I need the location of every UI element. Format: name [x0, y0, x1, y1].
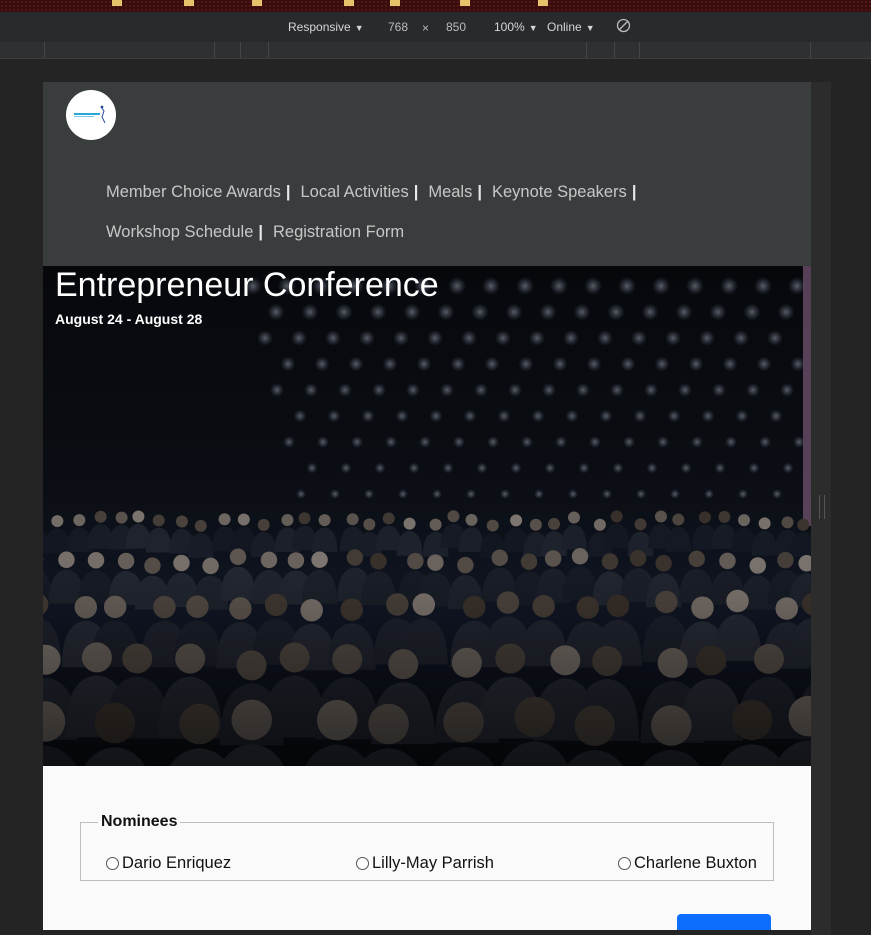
- device-select[interactable]: Responsive ▼: [288, 20, 364, 34]
- hero-title: Entrepreneur Conference: [55, 266, 439, 304]
- nominee-label: Lilly-May Parrish: [372, 854, 494, 872]
- logo-icon: [74, 105, 106, 124]
- vote-now-button[interactable]: Vote Now: [677, 914, 771, 930]
- width-input[interactable]: 768: [388, 20, 408, 34]
- device-toolbar: Responsive ▼ 768 × 850 100% ▼ Online ▼: [0, 12, 871, 43]
- bookmark-icon[interactable]: [184, 0, 194, 6]
- bookmark-icon[interactable]: [460, 0, 470, 6]
- zoom-select-label: 100%: [494, 20, 525, 34]
- caret-down-icon: ▼: [354, 23, 364, 33]
- device-select-label: Responsive: [288, 20, 351, 34]
- nav-separator: |: [258, 222, 263, 241]
- radio-button[interactable]: [356, 857, 369, 870]
- nominee-label: Dario Enriquez: [122, 854, 232, 872]
- height-input[interactable]: 850: [446, 20, 466, 34]
- nav-separator: |: [413, 182, 419, 201]
- bookmarks-strip: [0, 0, 871, 12]
- caret-down-icon: ▼: [585, 23, 595, 33]
- nav-member-choice-awards[interactable]: Member Choice Awards |: [106, 183, 290, 202]
- nav-separator: |: [631, 182, 637, 201]
- site-logo[interactable]: [66, 90, 116, 140]
- radio-button[interactable]: [106, 857, 119, 870]
- nav-separator: |: [285, 182, 291, 201]
- rotate-icon[interactable]: [616, 18, 631, 36]
- bookmark-icon[interactable]: [344, 0, 354, 6]
- bookmark-icon[interactable]: [112, 0, 122, 6]
- main-nav: Member Choice Awards | Local Activities | …: [106, 172, 766, 252]
- nav-workshop-schedule[interactable]: Workshop Schedule |: [106, 223, 263, 242]
- nominee-label: Charlene Buxton: [634, 854, 757, 872]
- radio-button[interactable]: [618, 857, 631, 870]
- emulated-page: Member Choice Awards | Local Activities | …: [43, 82, 811, 930]
- nominees-fieldset: Nominees Dario Enriquez Lilly-May Parris…: [80, 813, 774, 881]
- bookmark-icon[interactable]: [390, 0, 400, 6]
- nav-local-activities[interactable]: Local Activities |: [300, 183, 418, 202]
- nominees-legend: Nominees: [101, 813, 178, 830]
- nav-separator: |: [477, 182, 482, 201]
- bookmark-icon[interactable]: [538, 0, 548, 6]
- zoom-select[interactable]: 100% ▼: [494, 20, 538, 34]
- resize-handle[interactable]: [819, 495, 825, 519]
- hero-dates: August 24 - August 28: [55, 311, 203, 327]
- network-select[interactable]: Online ▼: [547, 20, 595, 34]
- caret-down-icon: ▼: [528, 23, 538, 33]
- dimension-times: ×: [422, 21, 430, 35]
- nominee-option-dario[interactable]: Dario Enriquez: [106, 854, 231, 873]
- nav-registration-form[interactable]: Registration Form: [273, 223, 404, 242]
- nav-meals[interactable]: Meals |: [428, 183, 482, 202]
- audience-photo: [43, 266, 811, 766]
- media-query-ruler[interactable]: [0, 42, 871, 59]
- nav-keynote-speakers[interactable]: Keynote Speakers |: [492, 183, 636, 202]
- bookmark-icon[interactable]: [252, 0, 262, 6]
- hero-banner: Entrepreneur Conference August 24 - Augu…: [43, 266, 811, 766]
- site-header: Member Choice Awards | Local Activities | …: [43, 82, 811, 266]
- nominee-option-charlene[interactable]: Charlene Buxton: [618, 854, 757, 873]
- vote-section: Nominees Dario Enriquez Lilly-May Parris…: [43, 766, 811, 930]
- nominee-option-lilly-may[interactable]: Lilly-May Parrish: [356, 854, 494, 873]
- network-select-label: Online: [547, 20, 582, 34]
